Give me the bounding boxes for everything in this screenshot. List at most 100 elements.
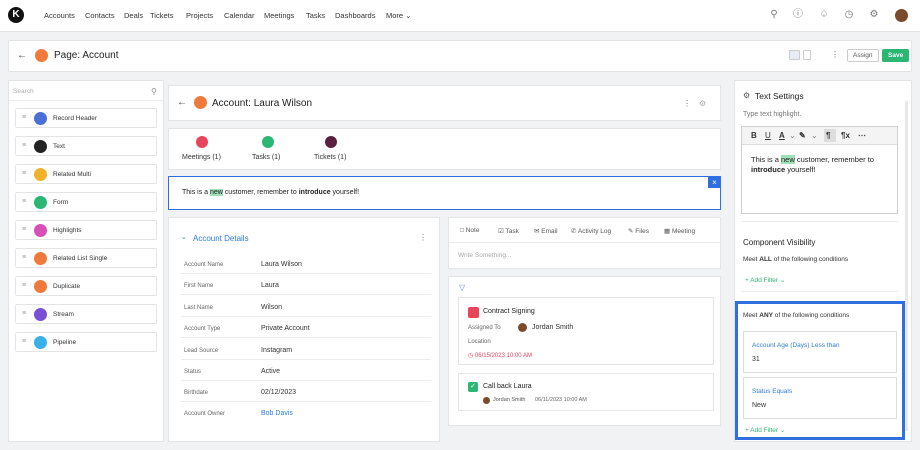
search-icon[interactable]: ⚲ bbox=[151, 87, 157, 96]
nav-tasks[interactable]: Tasks bbox=[306, 11, 325, 20]
condition-status[interactable]: Status Equals New bbox=[743, 377, 897, 419]
settings-icon[interactable]: ⚙ bbox=[699, 99, 706, 108]
component-record-header[interactable]: ≡ Record Header bbox=[15, 108, 157, 128]
nav-dashboards[interactable]: Dashboards bbox=[335, 11, 375, 20]
component-text[interactable]: ≡ Text bbox=[15, 136, 157, 156]
components-panel: Search ⚲ ≡ Record Header ≡ Text ≡ Relate… bbox=[8, 80, 164, 442]
filter-icon[interactable]: ▽ bbox=[459, 283, 465, 292]
drag-handle-icon[interactable]: ≡ bbox=[22, 198, 26, 205]
nav-tickets[interactable]: Tickets bbox=[150, 11, 173, 20]
clock-icon[interactable]: ◷ bbox=[843, 9, 855, 21]
nav-deals[interactable]: Deals bbox=[124, 11, 143, 20]
task-title[interactable]: Call back Laura bbox=[483, 383, 532, 390]
meeting-activity-card[interactable]: Contract Signing Assigned To Jordan Smit… bbox=[458, 297, 714, 365]
collapse-chevron-icon[interactable]: ⌄ bbox=[181, 233, 187, 241]
rich-text-editor[interactable]: B U A ⌄ ✎ ⌄ ¶ ¶x ⋯ This is a new custome… bbox=[741, 126, 898, 214]
search-icon[interactable]: ⚲ bbox=[768, 9, 780, 21]
app-logo[interactable]: K bbox=[8, 7, 24, 23]
highlight-pen-icon[interactable]: ✎ bbox=[799, 131, 806, 140]
underline-button[interactable]: U bbox=[765, 131, 771, 140]
nav-accounts[interactable]: Accounts bbox=[44, 11, 75, 20]
tickets-count[interactable]: Tickets (1) bbox=[314, 154, 346, 161]
add-filter-button[interactable]: + Add Filter ⌄ bbox=[745, 426, 785, 434]
bold-button[interactable]: B bbox=[751, 131, 757, 140]
tab-files[interactable]: ✎ Files bbox=[628, 227, 649, 235]
task-checkbox[interactable]: ✓ bbox=[468, 382, 478, 392]
chevron-down-icon[interactable]: ⌄ bbox=[811, 131, 818, 140]
field-value[interactable]: Laura bbox=[261, 282, 279, 289]
nav-contacts[interactable]: Contacts bbox=[85, 11, 115, 20]
task-activity-card[interactable]: ✓ Call back Laura Jordan Smith 06/11/202… bbox=[458, 373, 714, 411]
editor-content[interactable]: This is a new customer, remember to intr… bbox=[751, 155, 891, 175]
mobile-view-icon[interactable] bbox=[803, 50, 811, 60]
help-icon[interactable]: ⓘ bbox=[792, 9, 804, 21]
gear-icon[interactable]: ⚙ bbox=[868, 9, 880, 21]
back-arrow-icon[interactable]: ← bbox=[17, 50, 27, 61]
field-value[interactable]: Instagram bbox=[261, 347, 292, 354]
activity-input[interactable]: Write Something... bbox=[458, 252, 511, 259]
condition-field[interactable]: Status Equals bbox=[752, 388, 792, 395]
drag-handle-icon[interactable]: ≡ bbox=[22, 282, 26, 289]
kebab-menu-icon[interactable]: ⋮ bbox=[831, 50, 839, 59]
field-value[interactable]: Private Account bbox=[261, 325, 310, 332]
search-input[interactable]: Search bbox=[13, 88, 34, 95]
desktop-view-icon[interactable] bbox=[789, 50, 800, 60]
tab-meeting[interactable]: ▦ Meeting bbox=[664, 227, 695, 235]
field-value[interactable]: Laura Wilson bbox=[261, 261, 302, 268]
component-related-list-single[interactable]: ≡ Related List Single bbox=[15, 248, 157, 268]
back-arrow-icon[interactable]: ← bbox=[177, 97, 187, 108]
field-label: Birthdate bbox=[184, 390, 209, 396]
tasks-count[interactable]: Tasks (1) bbox=[252, 154, 280, 161]
save-button[interactable]: Save bbox=[882, 49, 910, 62]
field-value[interactable]: Active bbox=[261, 368, 280, 375]
drag-handle-icon[interactable]: ≡ bbox=[22, 170, 26, 177]
tasks-icon bbox=[262, 136, 274, 148]
meeting-title[interactable]: Contract Signing bbox=[483, 308, 535, 315]
assign-button[interactable]: Assign bbox=[847, 49, 879, 62]
assignee-name[interactable]: Jordan Smith bbox=[532, 324, 573, 331]
component-related-multi[interactable]: ≡ Related Multi bbox=[15, 164, 157, 184]
field-value[interactable]: Wilson bbox=[261, 304, 282, 311]
clear-format-button[interactable]: ¶x bbox=[841, 131, 850, 140]
add-filter-button[interactable]: + Add Filter ⌄ bbox=[745, 276, 785, 284]
drag-handle-icon[interactable]: ≡ bbox=[22, 142, 26, 149]
scrollbar[interactable] bbox=[905, 101, 908, 431]
nav-projects[interactable]: Projects bbox=[186, 11, 213, 20]
drag-handle-icon[interactable]: ≡ bbox=[22, 310, 26, 317]
user-avatar[interactable] bbox=[895, 9, 908, 22]
tab-note[interactable]: □ Note bbox=[460, 227, 479, 234]
nav-more[interactable]: More ⌄ bbox=[386, 11, 411, 20]
tab-email[interactable]: ✉ Email bbox=[534, 227, 558, 235]
task-assignee[interactable]: Jordan Smith bbox=[493, 397, 525, 403]
component-duplicate[interactable]: ≡ Duplicate bbox=[15, 276, 157, 296]
tab-task[interactable]: ☑ Task bbox=[498, 227, 519, 235]
meetings-count[interactable]: Meetings (1) bbox=[182, 154, 221, 161]
component-stream[interactable]: ≡ Stream bbox=[15, 304, 157, 324]
close-icon[interactable]: × bbox=[708, 177, 721, 188]
account-owner-link[interactable]: Bob Davis bbox=[261, 410, 293, 417]
condition-account-age[interactable]: Account Age (Days) Less than 31 bbox=[743, 331, 897, 373]
component-label: Text bbox=[53, 143, 65, 150]
drag-handle-icon[interactable]: ≡ bbox=[22, 226, 26, 233]
field-value[interactable]: 02/12/2023 bbox=[261, 389, 296, 396]
tab-activity-log[interactable]: ✆ Activity Log bbox=[571, 227, 611, 235]
nav-calendar[interactable]: Calendar bbox=[224, 11, 254, 20]
component-highlights[interactable]: ≡ Highlights bbox=[15, 220, 157, 240]
section-title[interactable]: Account Details bbox=[193, 234, 249, 243]
component-pipeline[interactable]: ≡ Pipeline bbox=[15, 332, 157, 352]
font-color-button[interactable]: A bbox=[779, 131, 785, 140]
drag-handle-icon[interactable]: ≡ bbox=[22, 338, 26, 345]
task-datetime: 06/11/2023 10:00 AM bbox=[535, 397, 587, 403]
component-form[interactable]: ≡ Form bbox=[15, 192, 157, 212]
condition-field[interactable]: Account Age (Days) Less than bbox=[752, 342, 839, 349]
text-component-selected[interactable]: This is a new customer, remember to intr… bbox=[168, 176, 721, 210]
chevron-down-icon[interactable]: ⌄ bbox=[789, 131, 796, 140]
nav-meetings[interactable]: Meetings bbox=[264, 11, 294, 20]
bell-icon[interactable]: ♤ bbox=[818, 9, 830, 21]
drag-handle-icon[interactable]: ≡ bbox=[22, 114, 26, 121]
paragraph-button[interactable]: ¶ bbox=[826, 131, 830, 140]
more-options-icon[interactable]: ⋯ bbox=[858, 131, 866, 140]
drag-handle-icon[interactable]: ≡ bbox=[22, 254, 26, 261]
kebab-menu-icon[interactable]: ⋮ bbox=[419, 233, 427, 242]
kebab-menu-icon[interactable]: ⋮ bbox=[683, 99, 691, 108]
